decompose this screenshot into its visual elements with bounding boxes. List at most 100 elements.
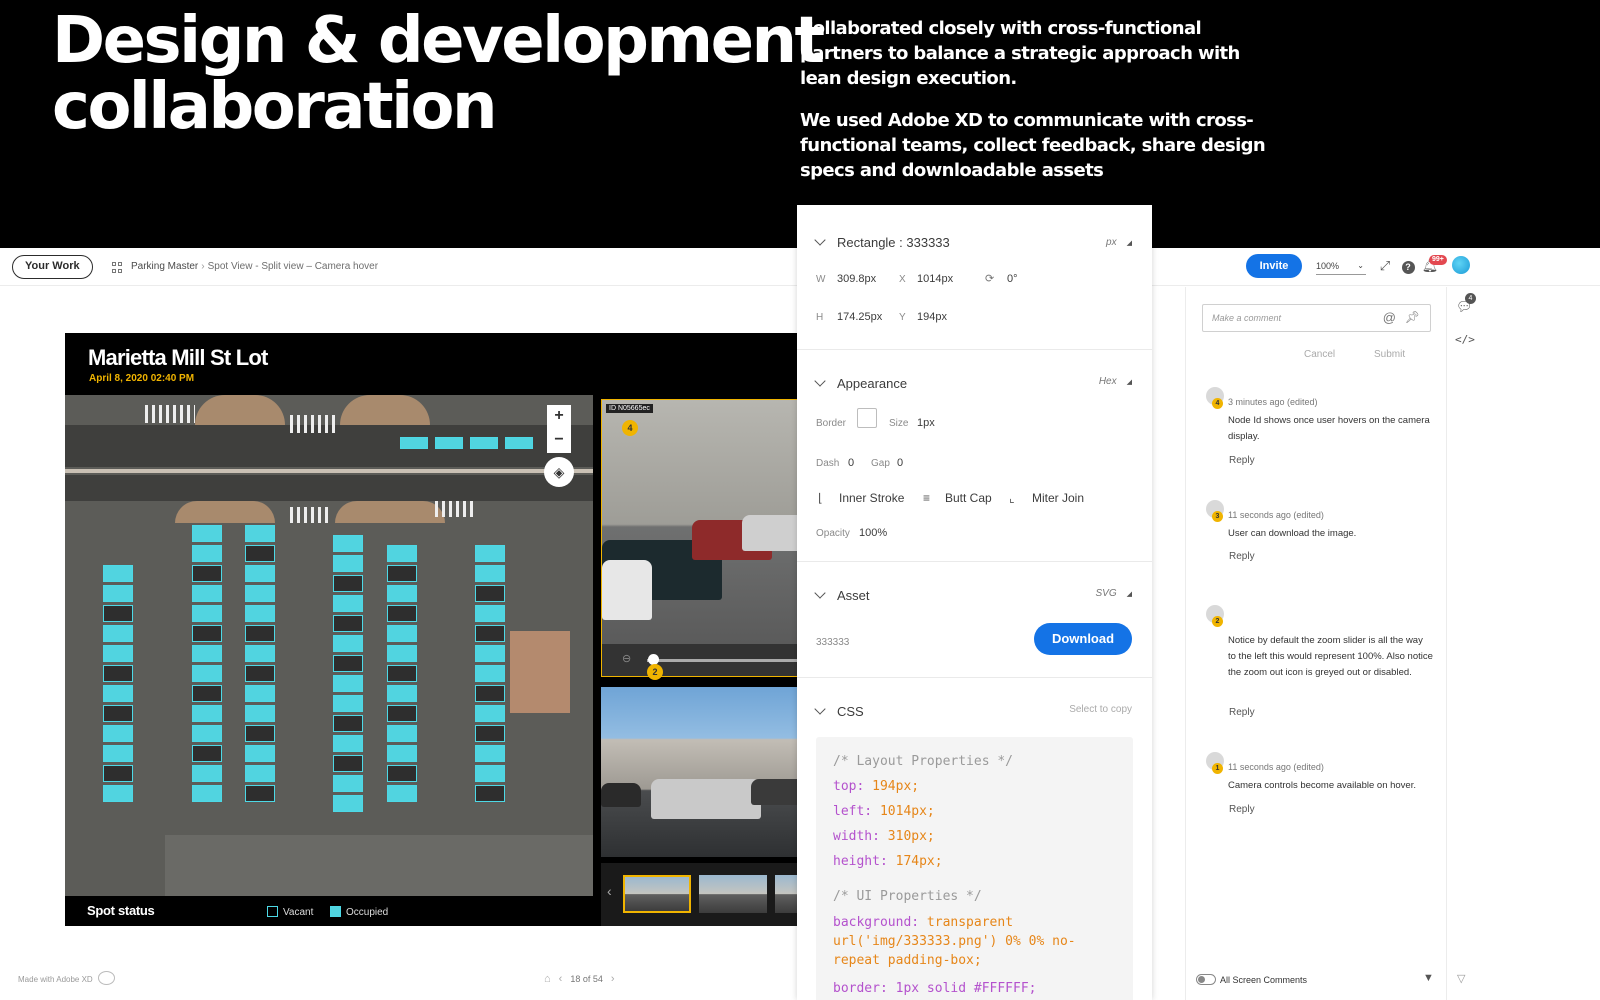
parking-spot[interactable] <box>192 685 222 702</box>
parking-spot[interactable] <box>333 715 363 732</box>
camera-feed-secondary[interactable] <box>601 687 805 857</box>
all-screen-comments-toggle[interactable]: All Screen Comments <box>1196 974 1307 985</box>
parking-spot[interactable] <box>387 665 417 682</box>
legend-item-occupied[interactable]: Occupied <box>330 906 388 918</box>
breadcrumb-item-screen[interactable]: Spot View - Split view – <box>208 261 312 272</box>
parking-spot[interactable] <box>387 565 417 582</box>
comment-pin-number[interactable]: 2 <box>1212 616 1223 627</box>
thumbnail-active[interactable] <box>623 875 691 913</box>
parking-spot[interactable] <box>245 725 275 742</box>
parking-spot[interactable] <box>333 555 363 572</box>
parking-spot[interactable] <box>333 755 363 772</box>
border-color-swatch[interactable] <box>857 408 877 428</box>
avatar[interactable] <box>1452 256 1470 274</box>
parking-spot[interactable] <box>103 665 133 682</box>
parking-spot[interactable] <box>387 725 417 742</box>
parking-spot[interactable] <box>475 725 505 742</box>
parking-spot[interactable] <box>192 645 222 662</box>
layers-icon[interactable]: ◈ <box>544 457 574 487</box>
comment-pin-number[interactable]: 3 <box>1212 511 1223 522</box>
parking-spot[interactable] <box>400 437 428 449</box>
parking-spot[interactable] <box>333 675 363 692</box>
opacity-value[interactable]: 100% <box>859 527 887 539</box>
parking-spot[interactable] <box>387 625 417 642</box>
parking-spot[interactable] <box>103 705 133 722</box>
chevron-left-icon[interactable]: ‹ <box>559 973 563 985</box>
appearance-header[interactable]: Appearance <box>814 375 907 391</box>
color-format-toggle[interactable]: Hex <box>1099 376 1132 387</box>
parking-spot[interactable] <box>387 765 417 782</box>
parking-spot[interactable] <box>245 705 275 722</box>
toggle-switch[interactable] <box>1196 974 1216 985</box>
comment-marker-2[interactable]: 2 <box>647 664 663 680</box>
parking-spot[interactable] <box>435 437 463 449</box>
parking-spot[interactable] <box>470 437 498 449</box>
filter-icon[interactable]: ▼ <box>1423 972 1434 984</box>
parking-spot[interactable] <box>475 545 505 562</box>
parking-spot[interactable] <box>245 605 275 622</box>
parking-spot[interactable] <box>103 625 133 642</box>
x-value[interactable]: 1014px <box>917 273 953 285</box>
unit-toggle[interactable]: px <box>1106 237 1132 248</box>
asset-format-toggle[interactable]: SVG <box>1095 588 1132 599</box>
parking-spot[interactable] <box>333 615 363 632</box>
fullscreen-icon[interactable]: ⤢ <box>1376 257 1394 275</box>
y-value[interactable]: 194px <box>917 311 947 323</box>
parking-spot[interactable] <box>103 585 133 602</box>
zoom-select[interactable]: 100% ⌄ <box>1316 258 1366 275</box>
gap-value[interactable]: 0 <box>897 457 903 469</box>
parking-spot[interactable] <box>475 665 505 682</box>
parking-spot[interactable] <box>387 605 417 622</box>
pin-icon[interactable]: 📌︎ <box>1405 310 1420 324</box>
parking-spot[interactable] <box>103 745 133 762</box>
parking-spot[interactable] <box>333 535 363 552</box>
chevron-right-icon[interactable]: › <box>611 973 615 985</box>
parking-spot[interactable] <box>475 605 505 622</box>
comment-pin-number[interactable]: 4 <box>1212 398 1223 409</box>
parking-spot[interactable] <box>192 785 222 802</box>
parking-spot[interactable] <box>245 785 275 802</box>
parking-spot[interactable] <box>475 645 505 662</box>
home-icon[interactable]: ⌂ <box>544 973 551 985</box>
aerial-map[interactable]: + − ◈ <box>65 395 593 896</box>
reply-link[interactable]: Reply <box>1229 804 1255 815</box>
parking-spot[interactable] <box>103 785 133 802</box>
parking-spot[interactable] <box>475 685 505 702</box>
parking-spot[interactable] <box>475 585 505 602</box>
parking-spot[interactable] <box>192 565 222 582</box>
parking-spot[interactable] <box>475 745 505 762</box>
parking-spot[interactable] <box>475 625 505 642</box>
parking-spot[interactable] <box>245 565 275 582</box>
css-header[interactable]: CSS <box>814 703 864 719</box>
parking-spot[interactable] <box>103 685 133 702</box>
parking-spot[interactable] <box>192 625 222 642</box>
parking-spot[interactable] <box>475 765 505 782</box>
parking-spot[interactable] <box>192 585 222 602</box>
parking-spot[interactable] <box>245 585 275 602</box>
parking-spot[interactable] <box>333 635 363 652</box>
parking-spot[interactable] <box>245 685 275 702</box>
camera-feed-primary[interactable]: ID N05665ec 4 ⊖ <box>601 399 805 677</box>
parking-spot[interactable] <box>103 645 133 662</box>
rotation-value[interactable]: 0° <box>1007 273 1018 285</box>
css-code-block[interactable]: /* Layout Properties */ top: 194px; left… <box>816 737 1133 1000</box>
height-value[interactable]: 174.25px <box>837 311 882 323</box>
comment-input[interactable]: Make a comment @ 📌︎ <box>1202 304 1431 332</box>
rectangle-header[interactable]: Rectangle : 333333 <box>814 234 950 250</box>
legend-item-vacant[interactable]: Vacant <box>267 906 313 918</box>
parking-spot[interactable] <box>387 705 417 722</box>
zoom-in-button[interactable]: + <box>547 405 571 429</box>
zoom-slider[interactable] <box>647 659 797 662</box>
size-value[interactable]: 1px <box>917 417 935 429</box>
parking-spot[interactable] <box>245 765 275 782</box>
parking-spot[interactable] <box>505 437 533 449</box>
thumbnail[interactable] <box>699 875 767 913</box>
parking-spot[interactable] <box>192 765 222 782</box>
parking-spot[interactable] <box>192 745 222 762</box>
parking-spot[interactable] <box>245 745 275 762</box>
mention-icon[interactable]: @ <box>1383 311 1396 325</box>
parking-spot[interactable] <box>475 705 505 722</box>
parking-spot[interactable] <box>387 685 417 702</box>
chevron-left-icon[interactable]: ‹ <box>607 883 612 899</box>
reply-link[interactable]: Reply <box>1229 551 1255 562</box>
